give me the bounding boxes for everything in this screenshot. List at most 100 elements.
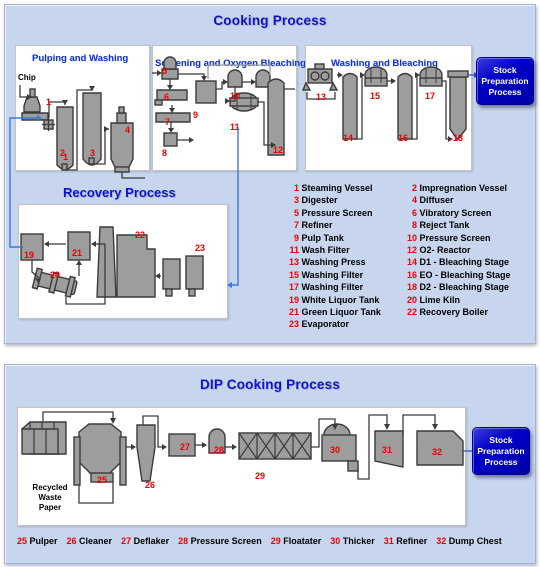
legend-row: 7 Refiner 8 Reject Tank	[283, 219, 533, 231]
dip-legend-label: Dump Chest	[448, 536, 502, 546]
legend-label: Steaming Vessel	[299, 183, 373, 193]
legend-number: 18	[406, 282, 417, 293]
cooking-process-panel: Cooking Process Pulping and Washing Chip	[4, 4, 536, 344]
legend-row: 9 Pulp Tank 10 Pressure Screen	[283, 232, 533, 244]
legend-item: 1 Steaming Vessel	[283, 182, 401, 194]
legend-number: 17	[288, 282, 299, 293]
legend-row: 15 Washing Filter 16 EO - Bleaching Stage	[283, 269, 533, 281]
dip-cooking-process-title: DIP Cooking Process	[199, 377, 341, 392]
legend-label: Pressure Screen	[299, 207, 373, 218]
legend-item: 15 Washing Filter	[283, 269, 401, 281]
dip-legend-label: Cleaner	[79, 536, 113, 546]
legend-item: 14 D1 - Bleaching Stage	[401, 256, 531, 268]
legend-label: Impregnation Vessel	[417, 183, 508, 193]
legend-number: 5	[293, 207, 299, 218]
cooking-legend: 1 Steaming Vessel 2 Impregnation Vessel 3 …	[283, 182, 533, 331]
legend-item: 18 D2 - Bleaching Stage	[401, 281, 531, 293]
legend-label: Refiner	[299, 220, 333, 231]
legend-row: 19 White Liquor Tank 20 Lime Kiln	[283, 294, 533, 306]
legend-row: 17 Washing Filter 18 D2 - Bleaching Stage	[283, 281, 533, 293]
legend-item: 23 Evaporator	[283, 318, 401, 330]
legend-label: Pulp Tank	[299, 232, 344, 243]
stock-box-text-dip: Stock Preparation Process	[477, 434, 525, 467]
legend-label: D2 - Bleaching Stage	[417, 282, 510, 293]
legend-number: 13	[288, 257, 299, 268]
legend-label: Washing Filter	[299, 282, 364, 293]
legend-number: 6	[411, 207, 417, 218]
legend-number: 9	[293, 232, 299, 243]
legend-label: EO - Bleaching Stage	[417, 269, 511, 280]
legend-item: 17 Washing Filter	[283, 281, 401, 293]
equipment-number-25: 25	[97, 475, 108, 485]
legend-label: Lime Kiln	[417, 294, 461, 305]
legend-item: 13 Washing Press	[283, 256, 401, 268]
dip-legend-number: 26	[66, 536, 80, 546]
legend-item: 4 Diffuser	[401, 194, 531, 206]
legend-item: 12 O2- Reactor	[401, 244, 531, 256]
legend-item: 16 EO - Bleaching Stage	[401, 269, 531, 281]
legend-label: White Liquor Tank	[299, 294, 380, 305]
equipment-number-26: 26	[145, 480, 156, 490]
legend-number: 1	[293, 183, 299, 193]
legend-item: 3 Digester	[283, 194, 401, 206]
legend-item: 20 Lime Kiln	[401, 294, 531, 306]
legend-item: 21 Green Liquor Tank	[283, 306, 401, 318]
legend-label: Reject Tank	[417, 220, 470, 231]
dip-legend-number: 25	[17, 536, 30, 546]
legend-number: 12	[406, 245, 417, 256]
equipment-number-28: 28	[214, 445, 225, 455]
dip-legend-label: Deflaker	[133, 536, 170, 546]
legend-number: 7	[293, 220, 299, 231]
dip-legend-number: 32	[436, 536, 449, 546]
legend-label: Vibratory Screen	[417, 207, 492, 218]
legend-number: 4	[411, 195, 417, 206]
legend-label: D1 - Bleaching Stage	[417, 257, 510, 268]
dip-legend-number: 30	[330, 536, 343, 546]
legend-item: 5 Pressure Screen	[283, 207, 401, 219]
legend-item: 6 Vibratory Screen	[401, 207, 531, 219]
equipment-number-27: 27	[180, 442, 191, 452]
dip-cooking-process-panel: DIP Cooking Process Recycled Waste Paper	[4, 364, 536, 564]
stock-preparation-process-box-dip[interactable]: Stock Preparation Process	[472, 427, 530, 475]
legend-number: 22	[406, 307, 417, 318]
dip-legend-number: 31	[383, 536, 397, 546]
legend-label: Evaporator	[299, 319, 350, 330]
dip-legend-label: Pulper	[29, 536, 58, 546]
dip-legend-number: 28	[178, 536, 191, 546]
legend-item: 22 Recovery Boiler	[401, 306, 531, 318]
legend-item: 9 Pulp Tank	[283, 232, 401, 244]
legend-label: Recovery Boiler	[417, 307, 489, 318]
legend-number: 23	[288, 319, 299, 330]
legend-label: Green Liquor Tank	[299, 307, 381, 318]
legend-number: 19	[288, 294, 299, 305]
equipment-number-30: 30	[330, 445, 341, 455]
dip-legend-label: Thicker	[342, 536, 375, 546]
equipment-number-31: 31	[382, 445, 393, 455]
equipment-number-29: 29	[255, 471, 266, 481]
dip-equipment-group	[21, 411, 489, 504]
legend-number: 2	[411, 183, 417, 193]
legend-label: Washing Press	[299, 257, 366, 268]
legend-label: Diffuser	[417, 195, 454, 206]
legend-row: 3 Digester 4 Diffuser	[283, 194, 533, 206]
legend-row: 23 Evaporator	[283, 318, 533, 330]
dip-legend-label: Refiner	[396, 536, 428, 546]
dip-legend-number: 29	[270, 536, 284, 546]
legend-item: 11 Wash Filter	[283, 244, 401, 256]
legend-label: Washing Filter	[299, 269, 364, 280]
legend-item: 10 Pressure Screen	[401, 232, 531, 244]
dip-legend: 25 Pulper 26 Cleaner 27 Deflaker 28 Pressur…	[17, 536, 511, 546]
legend-row: 5 Pressure Screen 6 Vibratory Screen	[283, 207, 533, 219]
legend-item: 2 Impregnation Vessel	[401, 182, 531, 194]
legend-item	[401, 318, 531, 330]
dip-legend-label: Floatater	[283, 536, 322, 546]
legend-number: 15	[288, 269, 299, 280]
legend-row: 21 Green Liquor Tank 22 Recovery Boiler	[283, 306, 533, 318]
legend-number: 8	[411, 220, 417, 231]
dip-legend-number: 27	[121, 536, 134, 546]
legend-label: Digester	[299, 195, 338, 206]
legend-number: 21	[288, 307, 299, 318]
legend-label: Wash Filter	[299, 245, 350, 256]
legend-number: 3	[293, 195, 299, 206]
legend-label: Pressure Screen	[417, 232, 491, 243]
